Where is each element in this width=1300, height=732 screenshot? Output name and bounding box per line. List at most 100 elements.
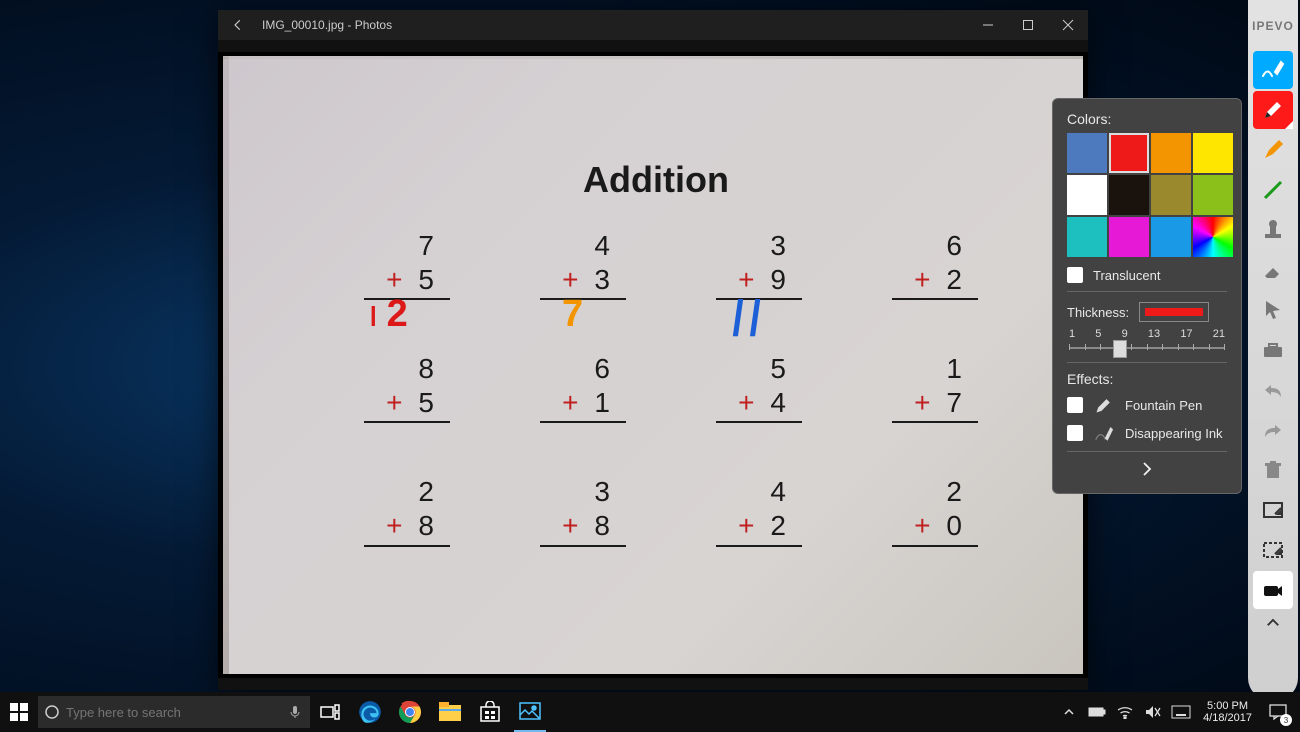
disappearing-ink-icon (1093, 423, 1115, 443)
worksheet-image[interactable]: Addition 7+5ı24+373+9||6+28+56+15+41+72+… (223, 56, 1083, 674)
clock-date: 4/18/2017 (1203, 712, 1252, 724)
trash-button[interactable] (1253, 451, 1293, 489)
color-swatch[interactable] (1067, 133, 1107, 173)
color-swatch[interactable] (1151, 175, 1191, 215)
disappearing-ink-label: Disappearing Ink (1125, 426, 1223, 441)
pencil-tool[interactable] (1253, 91, 1293, 129)
color-swatch[interactable] (1193, 217, 1233, 257)
keyboard-icon[interactable] (1167, 692, 1195, 732)
photos-content: Addition 7+5ı24+373+9||6+28+56+15+41+72+… (218, 52, 1088, 678)
tick-label: 1 (1069, 328, 1075, 340)
highlighter-tool[interactable] (1253, 131, 1293, 169)
problem: 5+4 (714, 352, 804, 423)
notifications-button[interactable]: 3 (1260, 692, 1296, 732)
mic-icon[interactable] (280, 705, 310, 719)
edge-icon[interactable] (350, 692, 390, 732)
problem: 6+2 (890, 229, 980, 300)
camera-button[interactable] (1253, 571, 1293, 609)
problem: 3+9|| (714, 229, 804, 300)
task-view-button[interactable] (310, 692, 350, 732)
notification-badge: 3 (1280, 714, 1292, 726)
thickness-preview (1139, 302, 1209, 322)
panel-next-button[interactable] (1067, 451, 1227, 481)
handwritten-answer: 7 (562, 293, 585, 336)
clock[interactable]: 5:00 PM 4/18/2017 (1195, 700, 1260, 724)
system-tray: 5:00 PM 4/18/2017 3 (1055, 692, 1300, 732)
selection-capture-button[interactable] (1253, 531, 1293, 569)
color-swatch[interactable] (1067, 175, 1107, 215)
redo-button[interactable] (1253, 411, 1293, 449)
undo-button[interactable] (1253, 371, 1293, 409)
color-swatch[interactable] (1067, 217, 1107, 257)
translucent-label: Translucent (1093, 268, 1160, 283)
color-swatch[interactable] (1109, 175, 1149, 215)
line-tool[interactable] (1253, 171, 1293, 209)
search-box[interactable] (38, 696, 310, 728)
thickness-ticks: 159131721 (1067, 328, 1227, 340)
translucent-checkbox[interactable] (1067, 267, 1083, 283)
volume-icon[interactable] (1139, 692, 1167, 732)
problem: 1+7 (890, 352, 980, 423)
photos-window: IMG_00010.jpg - Photos Addition 7+5ı2 4+3… (218, 10, 1088, 690)
problem: 2+8 (362, 475, 452, 546)
color-swatch[interactable] (1109, 133, 1149, 173)
fountain-pen-icon (1093, 395, 1115, 415)
problem: 2+0 (890, 475, 980, 546)
toolbox-tool[interactable] (1253, 331, 1293, 369)
window-controls (968, 10, 1088, 40)
color-swatch[interactable] (1193, 133, 1233, 173)
photos-app-icon[interactable] (510, 692, 550, 732)
problem: 7+5ı2 (362, 229, 452, 300)
color-swatches (1067, 133, 1227, 257)
tick-label: 21 (1213, 328, 1225, 340)
thickness-slider[interactable] (1069, 342, 1225, 354)
stamp-tool[interactable] (1253, 211, 1293, 249)
start-button[interactable] (0, 692, 38, 732)
handwritten-answer: || (729, 293, 770, 338)
problem: 6+1 (538, 352, 628, 423)
back-button[interactable] (218, 10, 258, 40)
screen-capture-button[interactable] (1253, 491, 1293, 529)
maximize-button[interactable] (1008, 10, 1048, 40)
fountain-pen-checkbox[interactable] (1067, 397, 1083, 413)
problem: 4+37 (538, 229, 628, 300)
color-swatch[interactable] (1109, 217, 1149, 257)
divider (1067, 291, 1227, 292)
problem: 3+8 (538, 475, 628, 546)
color-swatch[interactable] (1151, 217, 1191, 257)
eraser-tool[interactable] (1253, 251, 1293, 289)
tick-label: 17 (1180, 328, 1192, 340)
clock-time: 5:00 PM (1203, 700, 1252, 712)
divider (1067, 362, 1227, 363)
slider-thumb[interactable] (1113, 340, 1127, 358)
problem: 4+2 (714, 475, 804, 546)
color-swatch[interactable] (1151, 133, 1191, 173)
search-input[interactable] (66, 705, 280, 720)
cursor-tool[interactable] (1253, 291, 1293, 329)
ipevo-toolbar: IPEVO (1248, 0, 1298, 700)
tick-label: 9 (1122, 328, 1128, 340)
minimize-button[interactable] (968, 10, 1008, 40)
worksheet-title: Addition (583, 159, 729, 201)
brush-tool[interactable] (1253, 51, 1293, 89)
taskbar: 5:00 PM 4/18/2017 3 (0, 692, 1300, 732)
store-icon[interactable] (470, 692, 510, 732)
toolbar-collapse-button[interactable] (1253, 610, 1293, 636)
color-swatch[interactable] (1193, 175, 1233, 215)
colors-label: Colors: (1067, 111, 1227, 127)
fountain-pen-label: Fountain Pen (1125, 398, 1202, 413)
file-explorer-icon[interactable] (430, 692, 470, 732)
photos-title: IMG_00010.jpg - Photos (262, 18, 392, 32)
disappearing-ink-checkbox[interactable] (1067, 425, 1083, 441)
problems-grid: 7+5ı24+373+9||6+28+56+15+41+72+83+84+22+… (319, 229, 1023, 599)
tray-chevron-icon[interactable] (1055, 692, 1083, 732)
chrome-icon[interactable] (390, 692, 430, 732)
wifi-icon[interactable] (1111, 692, 1139, 732)
photos-titlebar: IMG_00010.jpg - Photos (218, 10, 1088, 40)
effects-label: Effects: (1067, 371, 1227, 387)
taskbar-apps (350, 692, 550, 732)
handwritten-answer: ı2 (368, 293, 410, 336)
close-button[interactable] (1048, 10, 1088, 40)
ipevo-logo: IPEVO (1252, 2, 1294, 50)
battery-icon[interactable] (1083, 692, 1111, 732)
